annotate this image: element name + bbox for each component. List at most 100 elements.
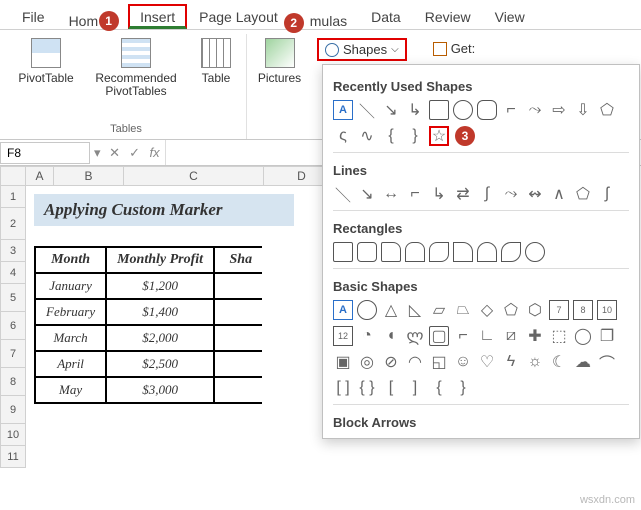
row-header[interactable]: 3 (0, 240, 26, 262)
tab-page-layout[interactable]: Page Layout (187, 4, 290, 29)
trapezoid-icon[interactable]: ⏢ (453, 300, 473, 320)
oval-icon[interactable] (453, 100, 473, 120)
cell-profit[interactable]: $1,200 (106, 273, 214, 299)
elbow-arrow-icon[interactable]: ↳ (429, 184, 449, 204)
arrow-line-icon[interactable]: ↘ (381, 100, 401, 120)
cell-profit[interactable]: $1,400 (106, 299, 214, 325)
rounded-rectangle-icon[interactable] (477, 100, 497, 120)
right-brace2-icon[interactable]: } (453, 378, 473, 398)
row-header[interactable]: 10 (0, 424, 26, 446)
elbow-connector-icon[interactable]: ⌐ (501, 100, 521, 120)
right-triangle-icon[interactable]: ◺ (405, 300, 425, 320)
rect-icon[interactable] (333, 242, 353, 262)
no-symbol-icon[interactable]: ⊘ (381, 352, 401, 372)
oval2-icon[interactable] (357, 300, 377, 320)
cancel-formula-icon[interactable]: ✕ (105, 145, 125, 161)
rect-round-all-icon[interactable] (525, 242, 545, 262)
elbow-icon[interactable]: ⌐ (405, 184, 425, 204)
row-header[interactable]: 4 (0, 262, 26, 284)
row-header[interactable]: 9 (0, 396, 26, 424)
row-header[interactable]: 5 (0, 284, 26, 312)
recommended-pivottables-button[interactable]: Recommended PivotTables (91, 36, 181, 100)
cube-icon[interactable]: ❐ (597, 326, 617, 346)
row-header[interactable]: 2 (0, 208, 26, 240)
col-header[interactable]: A (26, 166, 54, 186)
curved-connector-icon[interactable]: ⤳ (525, 100, 545, 120)
double-brace-icon[interactable]: { } (357, 378, 377, 398)
double-bracket-icon[interactable]: [ ] (333, 378, 353, 398)
frame-icon[interactable]: ▢ (429, 326, 449, 346)
block-arc-icon[interactable]: ◠ (405, 352, 425, 372)
row-header[interactable]: 1 (0, 186, 26, 208)
connector-icon[interactable]: ↳ (405, 100, 425, 120)
left-brace2-icon[interactable]: { (429, 378, 449, 398)
rect-round-single-icon[interactable] (453, 242, 473, 262)
row-header[interactable]: 6 (0, 312, 26, 340)
hexagon-icon[interactable]: ⬡ (525, 300, 545, 320)
tab-file[interactable]: File (10, 4, 57, 29)
cell-month[interactable]: March (35, 325, 106, 351)
rect-round-diag-icon[interactable] (501, 242, 521, 262)
cell-month[interactable]: February (35, 299, 106, 325)
curve-arrow-icon[interactable]: ⤳ (501, 184, 521, 204)
rect-snip-diag-icon[interactable] (429, 242, 449, 262)
pie-icon[interactable]: ◔ (357, 326, 377, 346)
pictures-button[interactable]: Pictures (252, 36, 307, 87)
arrow-down-icon[interactable]: ⇩ (573, 100, 593, 120)
parallelogram-icon[interactable]: ▱ (429, 300, 449, 320)
decagon-icon[interactable]: 10 (597, 300, 617, 320)
get-addins-button[interactable]: Get: (427, 38, 482, 59)
teardrop-icon[interactable]: ლ (405, 326, 425, 346)
plaque-icon[interactable]: ⬚ (549, 326, 569, 346)
curve-double-arrow-icon[interactable]: ↭ (525, 184, 545, 204)
can-icon[interactable]: ◯ (573, 326, 593, 346)
cell-profit[interactable]: $2,500 (106, 351, 214, 377)
select-all-corner[interactable] (0, 166, 26, 186)
l-shape-icon[interactable]: ∟ (477, 326, 497, 346)
tab-data[interactable]: Data (359, 4, 413, 29)
col-header[interactable]: B (54, 166, 124, 186)
star-icon[interactable]: ☆ (429, 126, 449, 146)
pivottable-button[interactable]: PivotTable (11, 36, 81, 87)
chord-icon[interactable]: ◖ (381, 326, 401, 346)
tab-review[interactable]: Review (413, 4, 483, 29)
cell-shape[interactable] (214, 325, 262, 351)
textbox-icon[interactable]: A (333, 100, 353, 120)
bevel-icon[interactable]: ▣ (333, 352, 353, 372)
line-icon[interactable]: ＼ (357, 100, 377, 120)
plus-icon[interactable]: ✚ (525, 326, 545, 346)
left-bracket-icon[interactable]: [ (381, 378, 401, 398)
donut-icon[interactable]: ◎ (357, 352, 377, 372)
cell-shape[interactable] (214, 299, 262, 325)
right-brace-icon[interactable]: } (405, 126, 425, 146)
heart-icon[interactable]: ♡ (477, 352, 497, 372)
shapes-button[interactable]: Shapes ⌵ (317, 38, 407, 61)
scribble-line-icon[interactable]: ʃ (597, 184, 617, 204)
smiley-icon[interactable]: ☺ (453, 352, 473, 372)
octagon-icon[interactable]: 8 (573, 300, 593, 320)
freeform-line-icon[interactable]: ∧ (549, 184, 569, 204)
arc-icon[interactable]: ⌒ (597, 352, 617, 372)
line-shape-icon[interactable]: ＼ (333, 184, 353, 204)
rectangle-icon[interactable] (429, 100, 449, 120)
rect-rounded-icon[interactable] (357, 242, 377, 262)
arrow-right-icon[interactable]: ⇨ (549, 100, 569, 120)
pentagon-arrow-icon[interactable]: ⬠ (597, 100, 617, 120)
tab-view[interactable]: View (483, 4, 537, 29)
folded-corner-icon[interactable]: ◱ (429, 352, 449, 372)
freeform-icon[interactable]: ς (333, 126, 353, 146)
accept-formula-icon[interactable]: ✓ (125, 145, 145, 161)
fx-icon[interactable]: fx (145, 145, 165, 160)
elbow-double-arrow-icon[interactable]: ⇄ (453, 184, 473, 204)
col-header[interactable]: C (124, 166, 264, 186)
row-header[interactable]: 8 (0, 368, 26, 396)
cell-profit[interactable]: $2,000 (106, 325, 214, 351)
curve-icon[interactable]: ∫ (477, 184, 497, 204)
cell-month[interactable]: April (35, 351, 106, 377)
name-box[interactable] (0, 142, 90, 164)
diag-stripe-icon[interactable]: ⧄ (501, 326, 521, 346)
moon-icon[interactable]: ☾ (549, 352, 569, 372)
rect-snip-single-icon[interactable] (381, 242, 401, 262)
right-bracket-icon[interactable]: ] (405, 378, 425, 398)
row-header[interactable]: 11 (0, 446, 26, 468)
